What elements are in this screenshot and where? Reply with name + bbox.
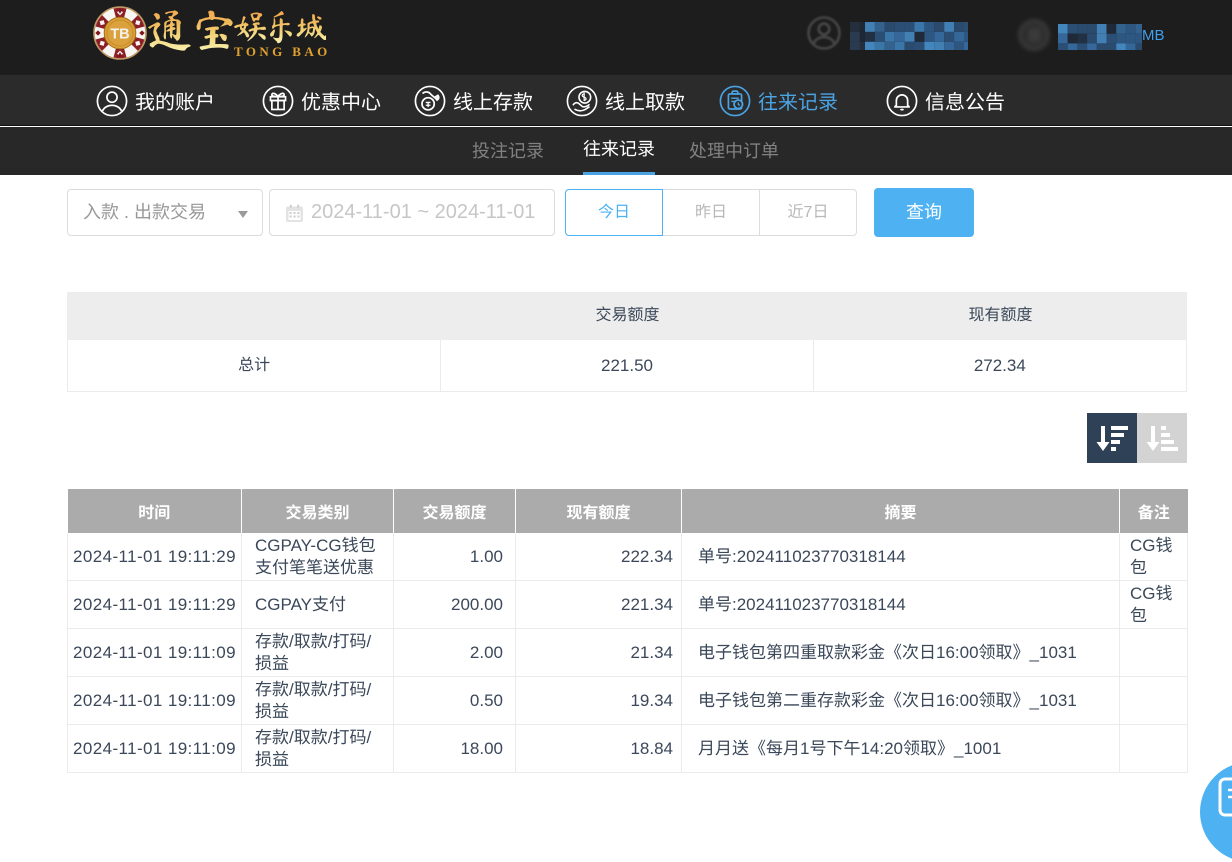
svg-text:TB: TB [110, 27, 129, 43]
